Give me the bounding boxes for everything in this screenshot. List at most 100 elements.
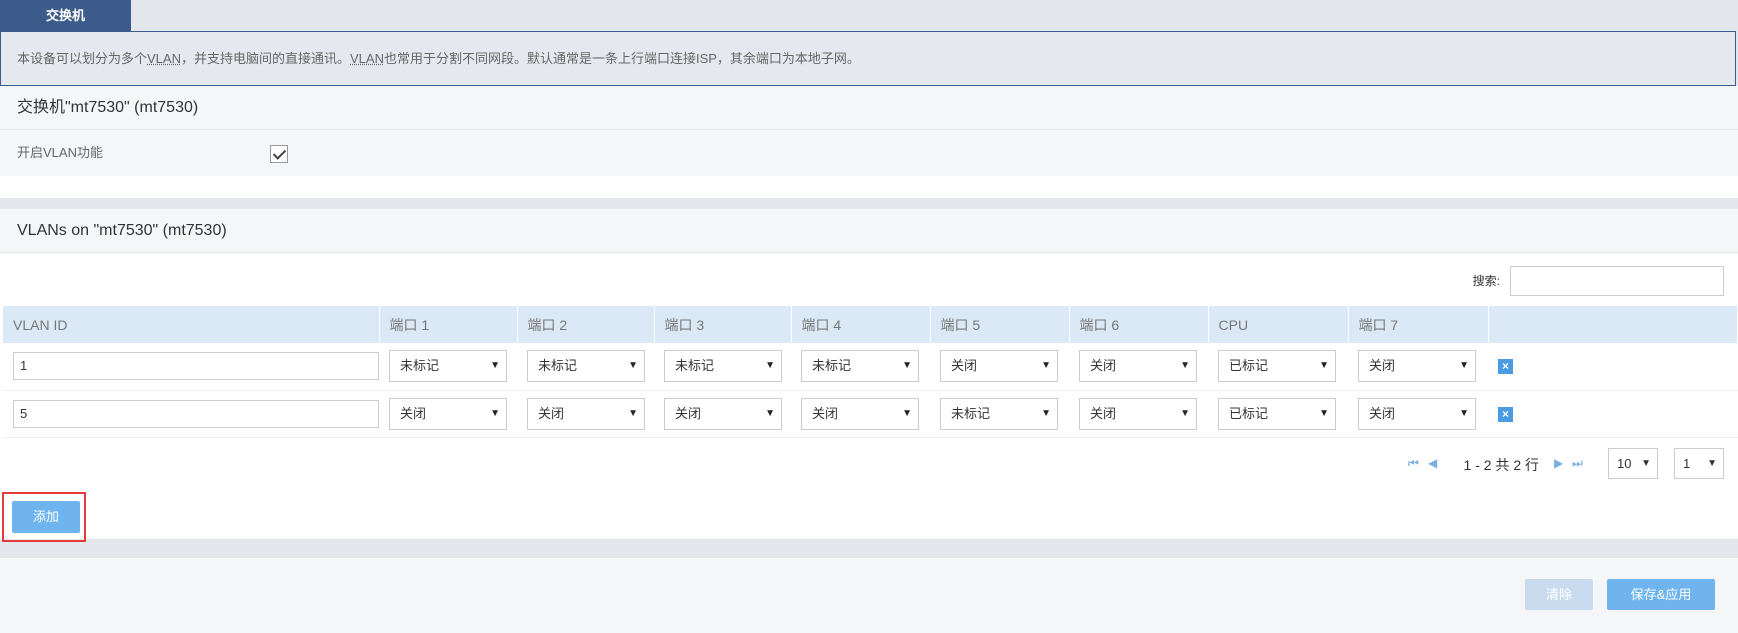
save-apply-button[interactable]: 保存&应用 bbox=[1607, 579, 1715, 610]
port-6-select[interactable]: 关闭 ▼ bbox=[1079, 350, 1197, 383]
page-size-select[interactable]: 10 ▼ bbox=[1608, 448, 1658, 479]
prev-page-icon[interactable]: ◀ bbox=[1428, 456, 1437, 470]
port-cell: 关闭 ▼ bbox=[379, 390, 517, 438]
port-cell: 关闭 ▼ bbox=[1348, 343, 1488, 391]
next-page-icon[interactable]: ▶ bbox=[1554, 456, 1563, 470]
port-2-select[interactable]: 关闭 ▼ bbox=[527, 397, 645, 430]
search-label: 搜索: bbox=[1472, 274, 1500, 288]
col-port-5: 端口 5 bbox=[930, 306, 1070, 343]
table-header-row: VLAN ID 端口 1 端口 2 端口 3 端口 4 端口 5 端口 6 CP… bbox=[3, 306, 1738, 343]
port-6-select[interactable]: 关闭 ▼ bbox=[1079, 397, 1197, 430]
page-select[interactable]: 1 ▼ bbox=[1674, 448, 1724, 479]
port-cell: 未标记 ▼ bbox=[517, 343, 654, 391]
chevron-down-icon: ▼ bbox=[1459, 360, 1469, 372]
action-cell: × bbox=[1488, 343, 1738, 391]
port-2-select[interactable]: 未标记 ▼ bbox=[527, 350, 645, 383]
col-port-7: 端口 7 bbox=[1348, 306, 1489, 343]
chevron-down-icon: ▼ bbox=[628, 407, 638, 419]
select-value: 已标记 bbox=[1229, 405, 1269, 421]
port-3-select[interactable]: 未标记 ▼ bbox=[664, 350, 782, 383]
col-vlan-id: VLAN ID bbox=[3, 306, 380, 343]
port-5-select[interactable]: 关闭 ▼ bbox=[940, 350, 1058, 383]
chevron-down-icon: ▼ bbox=[1180, 407, 1190, 419]
enable-vlan-label: 开启VLAN功能 bbox=[17, 145, 103, 160]
delete-icon[interactable]: × bbox=[1498, 406, 1513, 422]
delete-icon[interactable]: × bbox=[1498, 359, 1513, 375]
col-port-4: 端口 4 bbox=[791, 306, 931, 343]
notice-vlan-abbr-2: VLAN bbox=[350, 51, 384, 66]
select-value: 10 bbox=[1617, 456, 1632, 471]
notice-text-3: 也常用于分割不同网段。默认通常是一条上行端口连接ISP，其余端口为本地子网。 bbox=[383, 51, 860, 66]
select-value: 已标记 bbox=[1229, 358, 1269, 374]
action-cell: × bbox=[1488, 390, 1738, 438]
select-value: 未标记 bbox=[675, 358, 715, 374]
page-info: 1 - 2 共 2 行 bbox=[1463, 457, 1539, 473]
port-5-select[interactable]: 未标记 ▼ bbox=[940, 397, 1058, 430]
search-input[interactable] bbox=[1510, 266, 1724, 296]
port-cell: 关闭 ▼ bbox=[1069, 390, 1208, 438]
cpu-select[interactable]: 已标记 ▼ bbox=[1218, 397, 1336, 430]
vlan-id-input[interactable]: 5 bbox=[13, 399, 379, 428]
port-cell: 关闭 ▼ bbox=[517, 390, 654, 438]
chevron-down-icon: ▼ bbox=[1707, 458, 1717, 469]
table-row: 5 关闭 ▼ 关闭 ▼ 关闭 ▼ 关闭 ▼ 未标记 ▼ 关闭 ▼ 已标记 ▼ 关闭 ▼ × bbox=[3, 390, 1738, 438]
chevron-down-icon: ▼ bbox=[765, 407, 775, 419]
port-cell: 关闭 ▼ bbox=[1069, 343, 1208, 391]
vlan-id-cell: 5 bbox=[3, 390, 379, 438]
chevron-down-icon: ▼ bbox=[1041, 407, 1051, 419]
last-page-icon[interactable]: ⏭ bbox=[1572, 456, 1583, 471]
select-value: 未标记 bbox=[538, 358, 578, 374]
cpu-select[interactable]: 已标记 ▼ bbox=[1218, 350, 1336, 383]
vlan-id-cell: 1 bbox=[3, 343, 379, 391]
select-value: 未标记 bbox=[400, 358, 440, 374]
chevron-down-icon: ▼ bbox=[902, 407, 912, 419]
chevron-down-icon: ▼ bbox=[490, 360, 500, 372]
col-port-1: 端口 1 bbox=[379, 306, 518, 343]
select-value: 未标记 bbox=[812, 358, 852, 374]
select-value: 关闭 bbox=[1090, 358, 1117, 374]
port-cell: 未标记 ▼ bbox=[930, 390, 1069, 438]
port-cell: 已标记 ▼ bbox=[1208, 343, 1348, 391]
select-value: 1 bbox=[1683, 456, 1691, 471]
chevron-down-icon: ▼ bbox=[1041, 360, 1051, 372]
col-cpu: CPU bbox=[1208, 306, 1349, 343]
vlans-title: VLANs on "mt7530" (mt7530) bbox=[0, 209, 1738, 253]
tab-bar: 交换机 bbox=[0, 0, 1738, 31]
info-notice: 本设备可以划分为多个VLAN，并支持电脑间的直接通讯。VLAN也常用于分割不同网… bbox=[0, 31, 1736, 86]
port-4-select[interactable]: 未标记 ▼ bbox=[801, 350, 919, 383]
select-value: 关闭 bbox=[1090, 405, 1117, 421]
enable-vlan-row: 开启VLAN功能 bbox=[0, 130, 1738, 176]
tab-switch[interactable]: 交换机 bbox=[0, 0, 131, 31]
select-value: 关闭 bbox=[1369, 358, 1396, 374]
select-value: 关闭 bbox=[1369, 405, 1396, 421]
select-value: 关闭 bbox=[538, 405, 565, 421]
chevron-down-icon: ▼ bbox=[902, 360, 912, 372]
enable-vlan-checkbox[interactable] bbox=[270, 145, 288, 163]
switch-title: 交换机"mt7530" (mt7530) bbox=[0, 86, 1738, 130]
chevron-down-icon: ▼ bbox=[1641, 458, 1651, 469]
port-cell: 关闭 ▼ bbox=[1348, 390, 1488, 438]
clear-button[interactable]: 清除 bbox=[1525, 579, 1593, 610]
chevron-down-icon: ▼ bbox=[1459, 407, 1469, 419]
vlan-id-input[interactable]: 1 bbox=[13, 352, 379, 381]
first-page-icon[interactable]: ⏮ bbox=[1408, 456, 1419, 471]
col-port-2: 端口 2 bbox=[517, 306, 655, 343]
add-button[interactable]: 添加 bbox=[12, 501, 80, 533]
port-3-select[interactable]: 关闭 ▼ bbox=[664, 397, 782, 430]
select-value: 关闭 bbox=[951, 358, 978, 374]
port-cell: 关闭 ▼ bbox=[654, 390, 791, 438]
port-1-select[interactable]: 未标记 ▼ bbox=[389, 350, 507, 383]
select-value: 未标记 bbox=[951, 405, 991, 421]
footer-bar: 清除 保存&应用 bbox=[0, 558, 1738, 633]
port-7-select[interactable]: 关闭 ▼ bbox=[1358, 350, 1476, 383]
panel-footer-spacer bbox=[0, 176, 1738, 198]
port-4-select[interactable]: 关闭 ▼ bbox=[801, 397, 919, 430]
port-7-select[interactable]: 关闭 ▼ bbox=[1358, 397, 1476, 430]
chevron-down-icon: ▼ bbox=[765, 360, 775, 372]
select-value: 关闭 bbox=[812, 405, 839, 421]
port-cell: 关闭 ▼ bbox=[930, 343, 1069, 391]
port-1-select[interactable]: 关闭 ▼ bbox=[389, 397, 507, 430]
chevron-down-icon: ▼ bbox=[1319, 360, 1329, 372]
select-value: 关闭 bbox=[400, 405, 427, 421]
port-cell: 已标记 ▼ bbox=[1208, 390, 1348, 438]
